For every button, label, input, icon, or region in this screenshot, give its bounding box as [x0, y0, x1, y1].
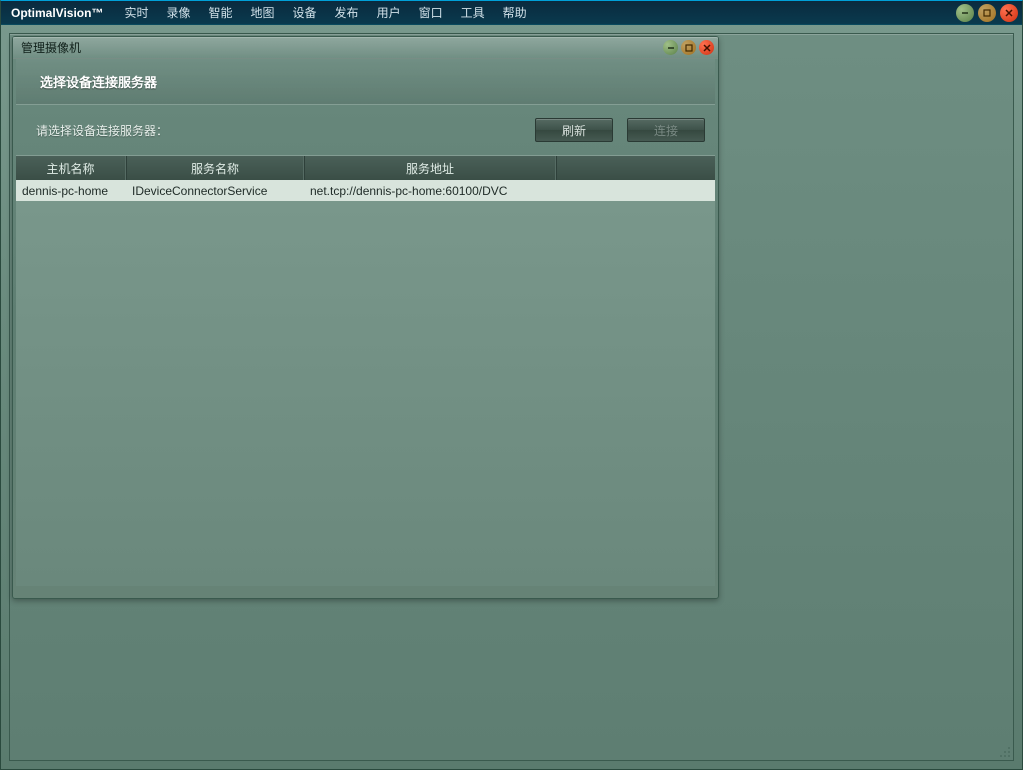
main-titlebar[interactable]: OptimalVision™ 实时 录像 智能 地图 设备 发布 用户 窗口 工… [1, 1, 1022, 25]
menu-user[interactable]: 用户 [368, 1, 410, 25]
menu-device[interactable]: 设备 [284, 1, 326, 25]
maximize-icon [982, 8, 992, 18]
menu-help[interactable]: 帮助 [494, 1, 536, 25]
main-minimize-button[interactable] [956, 4, 974, 22]
close-icon [702, 43, 712, 53]
table-row[interactable]: dennis-pc-home IDeviceConnectorService n… [16, 180, 715, 201]
dialog-window-controls [663, 40, 714, 55]
action-row: 请选择设备连接服务器： 刷新 连接 [16, 105, 715, 155]
column-header-service[interactable]: 服务名称 [126, 156, 304, 180]
resize-grip-icon [997, 744, 1011, 758]
dialog-minimize-button[interactable] [663, 40, 678, 55]
dialog-title: 管理摄像机 [21, 39, 81, 56]
maximize-icon [684, 43, 694, 53]
connect-button[interactable]: 连接 [627, 118, 705, 142]
resize-grip[interactable] [997, 744, 1011, 758]
menu-record[interactable]: 录像 [157, 1, 199, 25]
dialog-header: 选择设备连接服务器 [16, 59, 715, 105]
app-brand: OptimalVision™ [11, 6, 103, 20]
close-icon [1004, 8, 1014, 18]
cell-host: dennis-pc-home [16, 184, 126, 198]
dialog-titlebar[interactable]: 管理摄像机 [13, 37, 718, 59]
minimize-icon [960, 8, 970, 18]
dialog-maximize-button[interactable] [681, 40, 696, 55]
column-header-address[interactable]: 服务地址 [304, 156, 556, 180]
server-table: 主机名称 服务名称 服务地址 dennis-pc-home IDeviceCon… [16, 155, 715, 586]
table-body[interactable]: dennis-pc-home IDeviceConnectorService n… [16, 180, 715, 586]
menu-window[interactable]: 窗口 [410, 1, 452, 25]
manage-camera-dialog: 管理摄像机 选择设备连接服务器 请选择设备连接服务器： [12, 36, 719, 599]
dialog-close-button[interactable] [699, 40, 714, 55]
main-window: OptimalVision™ 实时 录像 智能 地图 设备 发布 用户 窗口 工… [0, 0, 1023, 770]
main-close-button[interactable] [1000, 4, 1018, 22]
prompt-label: 请选择设备连接服务器： [36, 122, 168, 139]
content-area: 管理摄像机 选择设备连接服务器 请选择设备连接服务器： [9, 33, 1014, 761]
column-header-spacer [556, 156, 715, 180]
refresh-button[interactable]: 刷新 [535, 118, 613, 142]
dialog-body: 选择设备连接服务器 请选择设备连接服务器： 刷新 连接 主机名称 服务名称 服务… [13, 59, 718, 589]
menu-tools[interactable]: 工具 [452, 1, 494, 25]
main-window-controls [956, 4, 1018, 22]
menu-publish[interactable]: 发布 [326, 1, 368, 25]
main-menu: 实时 录像 智能 地图 设备 发布 用户 窗口 工具 帮助 [115, 1, 535, 25]
column-header-host[interactable]: 主机名称 [16, 156, 126, 180]
cell-service: IDeviceConnectorService [126, 184, 304, 198]
menu-realtime[interactable]: 实时 [115, 1, 157, 25]
table-header: 主机名称 服务名称 服务地址 [16, 156, 715, 180]
action-buttons: 刷新 连接 [535, 118, 705, 142]
cell-address: net.tcp://dennis-pc-home:60100/DVC [304, 184, 715, 198]
menu-map[interactable]: 地图 [242, 1, 284, 25]
main-maximize-button[interactable] [978, 4, 996, 22]
menu-smart[interactable]: 智能 [200, 1, 242, 25]
minimize-icon [666, 43, 676, 53]
